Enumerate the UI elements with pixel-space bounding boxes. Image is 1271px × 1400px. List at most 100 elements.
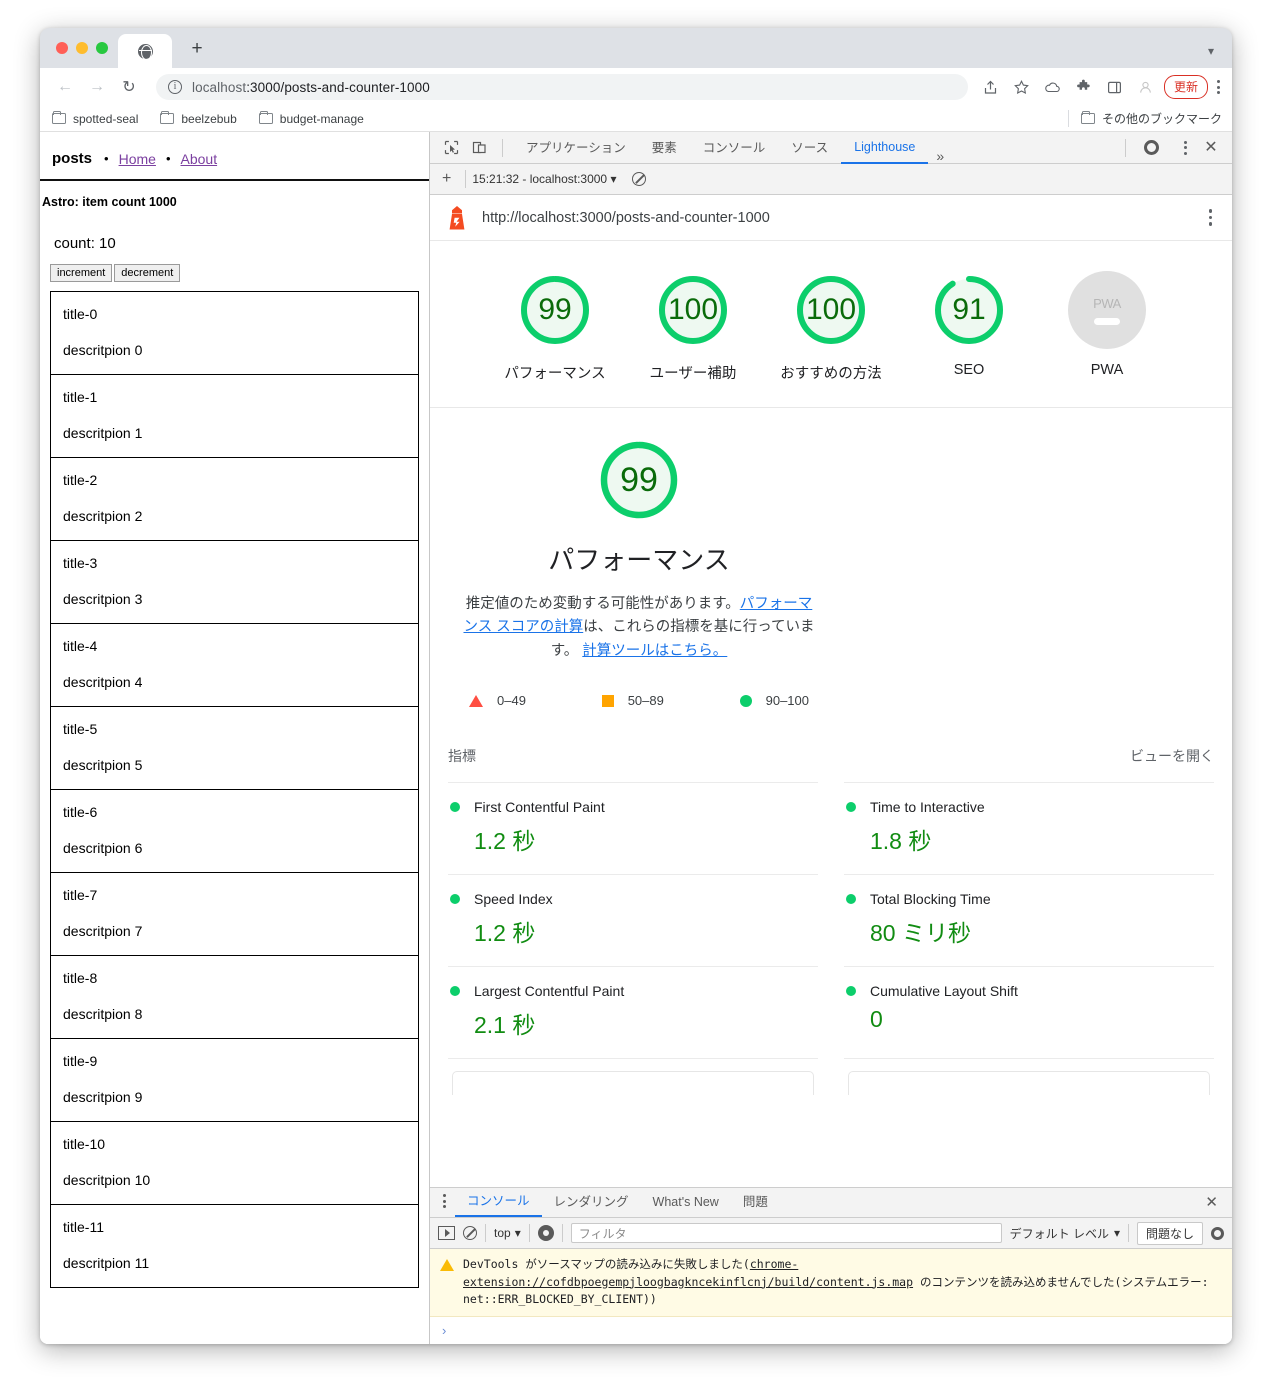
metric-total-blocking-time[interactable]: Total Blocking Time 80 ミリ秒 [844,874,1214,966]
tab-lighthouse[interactable]: Lighthouse [841,132,929,164]
lighthouse-report-body[interactable]: 99 パフォーマンス 100 ユーザー補助 100 おすすめの方法 91 SEO… [430,241,1232,1188]
clear-reports-icon[interactable] [632,172,647,186]
lighthouse-logo-icon [446,205,468,231]
metric-largest-contentful-paint[interactable]: Largest Contentful Paint 2.1 秒 [448,966,818,1058]
calculator-link[interactable]: 計算ツールはこちら。 [582,643,727,659]
post-title: title-7 [63,887,98,903]
drawer-tab-issues[interactable]: 問題 [731,1188,780,1217]
metric-first-contentful-paint[interactable]: First Contentful Paint 1.2 秒 [448,782,818,874]
drawer-menu-icon[interactable] [434,1194,455,1217]
tab-console[interactable]: コンソール [690,133,779,164]
tab-strip: + ▾ [40,28,1232,68]
gauge-seo[interactable]: 91 SEO [919,271,1019,383]
metric-cumulative-layout-shift[interactable]: Cumulative Layout Shift 0 [844,966,1214,1058]
gauge-best-practices[interactable]: 100 おすすめの方法 [780,271,882,383]
forward-button[interactable]: → [84,74,110,100]
devtools-actions: ✕ [1111,136,1224,160]
share-icon[interactable] [982,79,999,96]
bookmark-item[interactable]: beelzebub [160,110,237,126]
list-item[interactable]: title-1 descritpion 1 [51,375,418,458]
nav-item-home[interactable]: • Home [104,151,156,167]
close-devtools-icon[interactable]: ✕ [1198,136,1224,160]
minimize-window-button[interactable] [76,42,88,54]
console-prompt[interactable]: › [430,1317,1232,1344]
inspect-element-icon[interactable] [438,136,464,160]
list-item[interactable]: title-3 descritpion 3 [51,541,418,624]
device-toolbar-icon[interactable] [466,136,492,160]
bookmark-item[interactable]: spotted-seal [52,110,139,126]
close-window-button[interactable] [56,42,68,54]
profile-avatar-icon[interactable] [1137,79,1154,96]
list-item[interactable]: title-0 descritpion 0 [51,292,418,375]
execution-context-selector[interactable]: top ▾ [494,1226,521,1240]
report-menu-icon[interactable] [1208,209,1212,226]
no-issues-button[interactable]: 問題なし [1136,1221,1203,1245]
other-bookmarks-button[interactable]: その他のブックマーク [1067,110,1222,127]
decrement-button[interactable]: decrement [114,264,181,282]
url-path: :3000/posts-and-counter-1000 [246,79,430,95]
update-button[interactable]: 更新 [1163,75,1208,99]
list-item[interactable]: title-7 descritpion 7 [51,873,418,956]
nav-item-about[interactable]: • About [166,151,217,167]
window-controls[interactable] [56,42,108,54]
gauge-pwa[interactable]: PWA PWA [1057,271,1157,383]
devtools-tabs: アプリケーション 要素 コンソール ソース Lighthouse » [513,132,1109,164]
list-item[interactable]: title-8 descritpion 8 [51,956,418,1039]
extensions-puzzle-icon[interactable] [1075,79,1092,96]
increment-button[interactable]: increment [50,264,113,282]
bookmark-label: spotted-seal [73,111,139,126]
console-warning-message[interactable]: DevTools がソースマップの読み込みに失敗しました(chrome-exte… [430,1249,1232,1317]
more-tabs-icon[interactable]: » [928,148,952,164]
bookmark-label: budget-manage [279,111,364,126]
new-report-icon[interactable]: + [438,170,459,188]
nav-link-home[interactable]: Home [119,151,156,167]
clear-console-icon[interactable] [463,1226,477,1241]
new-tab-button[interactable]: + [188,39,206,59]
open-view-button[interactable]: ビューを開く [1130,746,1214,766]
gauge-accessibility[interactable]: 100 ユーザー補助 [643,271,743,383]
metric-time-to-interactive[interactable]: Time to Interactive 1.8 秒 [844,782,1214,874]
maximize-window-button[interactable] [96,42,108,54]
nav-link-about[interactable]: About [181,151,218,167]
cloud-icon[interactable] [1044,79,1061,96]
metric-speed-index[interactable]: Speed Index 1.2 秒 [448,874,818,966]
close-drawer-icon[interactable]: ✕ [1205,1193,1218,1211]
address-bar[interactable]: i localhost:3000/posts-and-counter-1000 [156,74,968,100]
reload-button[interactable]: ↻ [116,74,142,100]
list-item[interactable]: title-10 descritpion 10 [51,1122,418,1205]
tab-elements[interactable]: 要素 [639,133,690,164]
list-item[interactable]: title-6 descritpion 6 [51,790,418,873]
console-filter-input[interactable]: フィルタ [570,1223,1002,1244]
browser-menu-button[interactable] [1217,80,1220,94]
side-panel-icon[interactable] [1106,79,1123,96]
list-item[interactable]: title-2 descritpion 2 [51,458,418,541]
site-info-icon[interactable]: i [168,80,182,94]
bookmark-label: beelzebub [181,111,237,126]
browser-tab[interactable] [118,34,172,68]
log-level-selector[interactable]: デフォルト レベル ▾ [1010,1225,1120,1242]
drawer-tab-whats-new[interactable]: What's New [641,1188,731,1217]
gauge-performance[interactable]: 99 パフォーマンス [504,271,606,383]
devtools-menu-icon[interactable] [1168,136,1194,160]
live-expression-icon[interactable] [537,1225,554,1242]
list-item[interactable]: title-9 descritpion 9 [51,1039,418,1122]
report-selector[interactable]: 15:21:32 - localhost:3000 ▾ [472,172,616,186]
settings-gear-icon[interactable] [1138,136,1164,160]
tab-application[interactable]: アプリケーション [513,133,639,164]
console-settings-gear-icon[interactable] [1211,1226,1224,1240]
drawer-tab-rendering[interactable]: レンダリング [542,1188,641,1217]
list-item[interactable]: title-11 descritpion 11 [51,1205,418,1287]
bookmark-star-icon[interactable] [1013,79,1030,96]
drawer-tab-console[interactable]: コンソール [455,1187,542,1218]
console-filter-placeholder: フィルタ [578,1226,627,1241]
back-button[interactable]: ← [52,74,78,100]
console-sidebar-icon[interactable] [438,1226,455,1241]
list-item[interactable]: title-5 descritpion 5 [51,707,418,790]
post-title: title-2 [63,472,98,488]
bookmark-item[interactable]: budget-manage [258,110,364,126]
console-drawer: コンソール レンダリング What's New 問題 ✕ top ▾ フィルタ … [430,1187,1232,1344]
tab-sources[interactable]: ソース [778,133,841,164]
list-item[interactable]: title-4 descritpion 4 [51,624,418,707]
chevron-down-icon[interactable]: ▾ [1208,44,1214,58]
gauge-ring: 100 [792,271,870,349]
